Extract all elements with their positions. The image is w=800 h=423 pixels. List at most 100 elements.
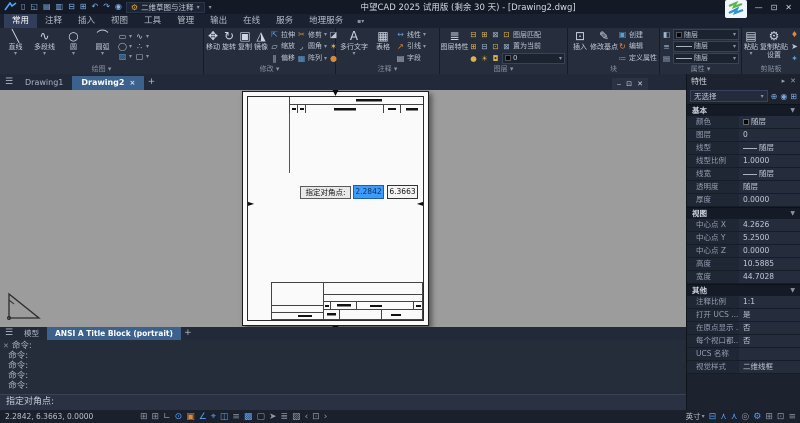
annotation-monitor-icon[interactable]: ◎ (741, 411, 749, 423)
block-group-label[interactable]: 块 (570, 64, 657, 74)
property-value[interactable] (739, 348, 800, 360)
brush-icon[interactable]: ✦ (790, 53, 799, 63)
fillet-button[interactable]: ◞圆角▾ (297, 41, 327, 51)
mirror-button[interactable]: ◮ 镜像 (254, 29, 268, 64)
menu-tab-4[interactable]: 视图 (103, 14, 136, 28)
menu-tab-1[interactable]: 常用 (4, 14, 37, 28)
property-value[interactable]: 否 (739, 335, 800, 347)
menu-tab-2[interactable]: 注释 (37, 14, 70, 28)
layout-tab-menu-icon[interactable]: ☰ (2, 326, 16, 341)
layer-thaw-icon[interactable]: ⊡ (491, 42, 500, 51)
command-prompt[interactable]: 指定对角点: (0, 394, 686, 410)
ellipse-button[interactable]: ◯▾ (118, 41, 132, 51)
hardware-accel-icon[interactable]: ⚙ (753, 411, 761, 423)
property-value[interactable]: 1.0000 (739, 155, 800, 167)
color-dropdown[interactable]: 随层 ▾ (673, 29, 739, 40)
menu-tab-7[interactable]: 输出 (202, 14, 235, 28)
layer-properties-button[interactable]: ≣ 图层特性 (442, 29, 467, 64)
undo-icon[interactable]: ↶ (92, 2, 99, 12)
property-value[interactable]: 10.5885 (739, 258, 800, 270)
layout-tab-model[interactable]: 模型 (16, 327, 47, 340)
new-tab-button[interactable]: + (144, 75, 158, 90)
create-block-button[interactable]: ▣创建 (618, 30, 657, 40)
scale-button[interactable]: ▱缩放 (270, 41, 295, 51)
table-button[interactable]: ▦ 表格 (372, 29, 394, 64)
doc-restore-button[interactable]: ⊡ (626, 80, 632, 88)
fullscreen-icon[interactable]: ⊡ (777, 411, 785, 423)
layer-unisolate-icon[interactable]: ⊟ (480, 42, 489, 51)
clipboard-group-label[interactable]: 剪贴板 (744, 64, 798, 74)
layer-on-icon[interactable]: ⊞ (469, 42, 478, 51)
grid-icon[interactable]: ⊞ (140, 411, 148, 423)
workspace-switch-icon[interactable]: ▨ (292, 411, 301, 423)
section-header[interactable]: 其他▼ (687, 284, 800, 296)
command-close-icon[interactable]: ✕ (3, 341, 9, 351)
linetype-dropdown[interactable]: 随层 ▾ (673, 53, 739, 64)
workspace-switcher[interactable]: ⚙ 二维草图与注释 ▾ (126, 2, 205, 13)
viewport-grip-top[interactable]: ▼ (332, 90, 338, 97)
rectangle-button[interactable]: ▭▾ (118, 31, 132, 41)
autohide-pin-icon[interactable]: ▸ (782, 77, 786, 85)
layer-match-button[interactable]: 图层匹配 (513, 30, 541, 40)
layer-off-icon[interactable]: ⊟ (469, 30, 478, 39)
doc-tab-drawing1[interactable]: Drawing1 (16, 76, 72, 90)
new-layout-button[interactable]: + (181, 326, 195, 341)
close-button[interactable]: ✕ (785, 3, 792, 12)
lineweight-dropdown[interactable]: 随层 ▾ (673, 41, 739, 52)
property-value[interactable]: 随层 (739, 142, 800, 154)
property-value[interactable]: 4.2626 (739, 219, 800, 231)
layer-group-label[interactable]: 图层 ▾ (442, 64, 565, 74)
edit-block-button[interactable]: ↻编辑 (618, 41, 657, 51)
edit-base-button[interactable]: ✎ 修改基点 (592, 29, 616, 64)
layer-lock-icon[interactable]: ⊡ (502, 30, 511, 39)
property-value[interactable]: 随层 (739, 116, 800, 128)
save-as-icon[interactable]: ▥ (56, 2, 64, 12)
stamp-icon[interactable]: ♦ (790, 30, 799, 40)
layer-select-dropdown[interactable]: 0 ▾ (502, 53, 565, 64)
menu-tab-3[interactable]: 插入 (70, 14, 103, 28)
layer-freeze-icon[interactable]: ⊠ (491, 30, 500, 39)
trim-button[interactable]: ✂修剪▾ (297, 30, 327, 40)
hatch-button[interactable]: ▨▾ (118, 52, 132, 62)
mtext-button[interactable]: A 多行文字 ▾ (338, 29, 370, 64)
viewport-grip-left[interactable]: ► (248, 200, 254, 208)
property-value[interactable]: 0 (739, 129, 800, 141)
region-button[interactable]: ▢▾ (135, 52, 149, 62)
dynamic-input-y-field[interactable]: 6.3663 (387, 185, 418, 199)
menu-tab-9[interactable]: 服务 (268, 14, 301, 28)
leader-button[interactable]: ↗引线▾ (396, 41, 426, 51)
layer-current-button[interactable]: 置为当前 (513, 41, 541, 51)
snap-icon[interactable]: ⊞ (152, 411, 160, 423)
modify-group-label[interactable]: 修改 ▾ (206, 64, 333, 74)
array-button[interactable]: ▦阵列▾ (297, 53, 327, 63)
property-value[interactable]: 是 (739, 309, 800, 321)
properties-group-label[interactable]: 属性 ▾ (662, 64, 739, 74)
menu-tab-6[interactable]: 管理 (169, 14, 202, 28)
plot-preview-icon[interactable]: ⊞ (80, 2, 87, 12)
define-attributes-button[interactable]: ≔定义属性 (618, 53, 657, 63)
property-value[interactable]: 5.2500 (739, 232, 800, 244)
section-header[interactable]: 基本▼ (687, 104, 800, 116)
redo-icon[interactable]: ↷ (103, 2, 110, 12)
lock-icon[interactable]: ◘ (491, 54, 500, 63)
lineweight-icon[interactable]: ≡ (232, 411, 240, 423)
clean-screen-icon[interactable]: ⊡ (312, 411, 320, 423)
stretch-button[interactable]: ⇱拉伸 (270, 30, 295, 40)
doc-minimize-button[interactable]: ‒ (617, 80, 621, 88)
display-mode-icon[interactable]: ⊞ (765, 411, 773, 423)
arc-button[interactable]: ⌒ 圆弧 ▾ (89, 29, 116, 64)
section-header[interactable]: 视图▼ (687, 207, 800, 219)
close-tab-icon[interactable]: × (129, 79, 135, 87)
dynamic-input-x-field[interactable]: 2.2842 (353, 185, 384, 199)
match-properties-icon[interactable]: ➤ (790, 41, 799, 51)
property-value[interactable]: 随层 (739, 181, 800, 193)
property-value[interactable]: 1:1 (739, 296, 800, 308)
doc-close-button[interactable]: ✕ (637, 80, 643, 88)
circle-button[interactable]: ○ 圆 ▾ (60, 29, 87, 64)
bulb-icon[interactable]: ● (469, 54, 478, 63)
toggle-pickadd-icon[interactable]: ⊕ (771, 92, 778, 101)
doc-tab-drawing2[interactable]: Drawing2× (72, 76, 144, 90)
line-button[interactable]: ╲ 直线 ▾ (2, 29, 29, 64)
rotate-button[interactable]: ↻ 旋转 (222, 29, 236, 64)
draw-group-label[interactable]: 绘图 ▾ (2, 64, 201, 74)
